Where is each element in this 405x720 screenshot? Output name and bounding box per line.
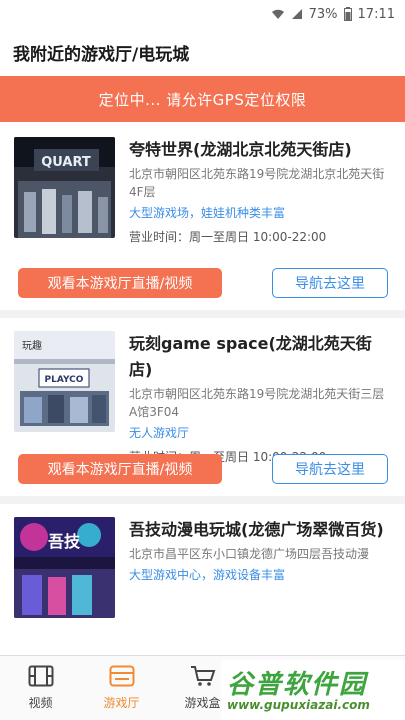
venue-hours: 营业时间：周一至周日 10:00-22:00	[129, 230, 327, 244]
watermark: 谷普软件园 www.gupuxiazai.com	[221, 660, 405, 720]
page-title: 我附近的游戏厅/电玩城	[13, 44, 190, 65]
signal-icon	[291, 8, 303, 20]
venue-tags: 大型游戏中心，游戏设备丰富	[129, 568, 286, 582]
tab-video[interactable]: 视频	[0, 656, 81, 720]
venue-photo[interactable]: 吾技	[14, 517, 115, 618]
wifi-icon	[271, 8, 285, 20]
status-bar: 73% 17:11	[0, 0, 405, 28]
tab-arcade[interactable]: 游戏厅	[81, 656, 162, 720]
battery-level: 73%	[308, 6, 338, 22]
venue-card[interactable]: 玩趣 PLAYCO 玩刻game space(龙湖北苑天街店) 北京市朝阳区北苑…	[0, 310, 405, 496]
watch-live-button[interactable]: 观看本游戏厅直播/视频	[18, 454, 222, 484]
venue-name[interactable]: 夸特世界(龙湖北京北苑天街店)	[129, 137, 391, 163]
venue-name[interactable]: 玩刻game space(龙湖北苑天街店)	[129, 331, 391, 383]
venue-tags: 大型游戏场，娃娃机种类丰富	[129, 206, 286, 220]
venue-photo-sign: QUART	[41, 155, 91, 170]
cart-icon	[190, 665, 216, 690]
venue-card[interactable]: QUART 夸特世界(龙湖北京北苑天街店) 北京市朝阳区北苑东路19号院龙湖北京…	[0, 124, 405, 310]
venue-photo-sign: PLAYCO	[45, 375, 84, 385]
venue-photo[interactable]: QUART	[14, 137, 115, 238]
tab-game-box-label: 游戏盒	[184, 696, 221, 710]
gps-banner[interactable]: 定位中... 请允许GPS定位权限	[0, 76, 405, 122]
venue-tags: 无人游戏厅	[129, 426, 190, 440]
venue-address: 北京市朝阳区北苑东路19号院龙湖北苑天街三层A馆3F04	[129, 387, 385, 419]
venue-name[interactable]: 吾技动漫电玩城(龙德广场翠微百货)	[129, 517, 391, 543]
arcade-icon	[109, 665, 135, 690]
battery-icon	[343, 7, 352, 21]
tab-video-label: 视频	[28, 696, 53, 710]
venue-address: 北京市昌平区东小口镇龙德广场四层吾技动漫	[129, 547, 370, 561]
navigate-button[interactable]: 导航去这里	[272, 268, 388, 298]
svg-text:玩趣: 玩趣	[22, 339, 42, 352]
venue-photo[interactable]: 玩趣 PLAYCO	[14, 331, 115, 432]
watermark-title: 谷普软件园	[227, 670, 368, 700]
watermark-url: www.gupuxiazai.com	[227, 698, 370, 712]
tab-arcade-label: 游戏厅	[103, 696, 140, 710]
venue-photo-sign: 吾技	[48, 532, 81, 551]
watch-live-button[interactable]: 观看本游戏厅直播/视频	[18, 268, 222, 298]
venue-address: 北京市朝阳区北苑东路19号院龙湖北京北苑天街4F层	[129, 167, 385, 199]
venue-card[interactable]: 吾技 吾技动漫电玩城(龙德广场翠微百货) 北京市昌平区东小口镇龙德广场四层吾技动…	[0, 496, 405, 655]
clock: 17:11	[357, 6, 395, 22]
navigate-button[interactable]: 导航去这里	[272, 454, 388, 484]
film-icon	[28, 665, 54, 690]
venue-list[interactable]: QUART 夸特世界(龙湖北京北苑天街店) 北京市朝阳区北苑东路19号院龙湖北京…	[0, 124, 405, 655]
